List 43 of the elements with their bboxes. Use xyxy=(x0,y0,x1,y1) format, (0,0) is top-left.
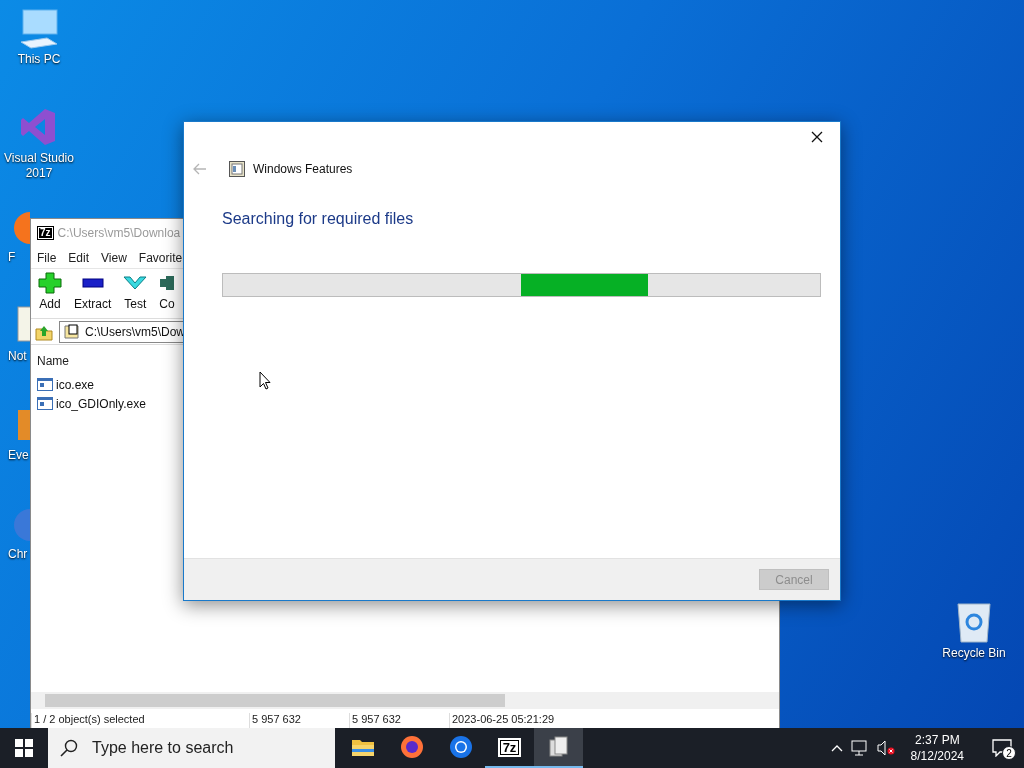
close-icon xyxy=(811,131,823,143)
horizontal-scrollbar[interactable] xyxy=(31,692,779,709)
message-icon xyxy=(992,739,1012,757)
folder-icon xyxy=(64,324,80,339)
search-field[interactable]: Type here to search xyxy=(90,738,320,758)
file-name[interactable]: ico.exe xyxy=(56,377,95,392)
app-logo: 7z xyxy=(37,226,54,240)
desktop-icon-label[interactable]: This PC xyxy=(17,52,61,67)
toolbar-button[interactable]: Co xyxy=(156,272,178,318)
dialog-title: Windows Features xyxy=(253,162,353,176)
search-icon xyxy=(60,739,78,757)
exe-file-icon xyxy=(37,397,53,410)
windows-logo-icon xyxy=(15,739,33,757)
desktop-icon-label[interactable]: Chr xyxy=(8,547,28,562)
folder-icon xyxy=(350,737,375,757)
menu-item[interactable]: View xyxy=(101,250,127,265)
recycle-bin-icon[interactable] xyxy=(954,600,994,644)
dialog-heading: Searching for required files xyxy=(221,209,415,228)
taskbar-app-button[interactable] xyxy=(534,728,583,768)
search-field[interactable]: Type here to search xyxy=(48,728,335,768)
menu-item[interactable]: Edit xyxy=(68,250,90,265)
window-title: C:\Users\vm5\Downloa xyxy=(57,226,181,240)
desktop-icon-label[interactable]: Visual Studio 2017 xyxy=(0,151,78,181)
notifications-button[interactable]: 2 xyxy=(980,728,1024,768)
toolbar-button[interactable]: Extract xyxy=(71,272,115,318)
desktop-icon-label[interactable]: Recycle Bin xyxy=(942,646,1006,661)
toolbar-button[interactable]: Test xyxy=(120,272,151,318)
window-app-icon xyxy=(229,161,245,177)
documents-icon xyxy=(546,735,571,759)
desktop-icon-label[interactable]: Not xyxy=(8,349,27,364)
menu-item[interactable]: File xyxy=(37,250,57,265)
desktop-icon-label[interactable]: F xyxy=(8,250,16,265)
mouse-cursor-icon xyxy=(259,371,271,390)
menu-item[interactable]: Favorite xyxy=(138,250,183,265)
clock[interactable]: 2:37 PM 8/12/2024 xyxy=(902,732,972,764)
app-logo: 7z xyxy=(497,737,522,757)
toolbar-button[interactable]: Add xyxy=(35,272,65,318)
file-name[interactable]: ico_GDIOnly.exe xyxy=(56,396,146,411)
browser-icon xyxy=(399,735,424,759)
exe-file-icon xyxy=(37,378,53,391)
browser-icon xyxy=(448,735,473,759)
desktop-icon-label[interactable]: Eve xyxy=(8,448,29,463)
plus-icon xyxy=(38,272,62,294)
